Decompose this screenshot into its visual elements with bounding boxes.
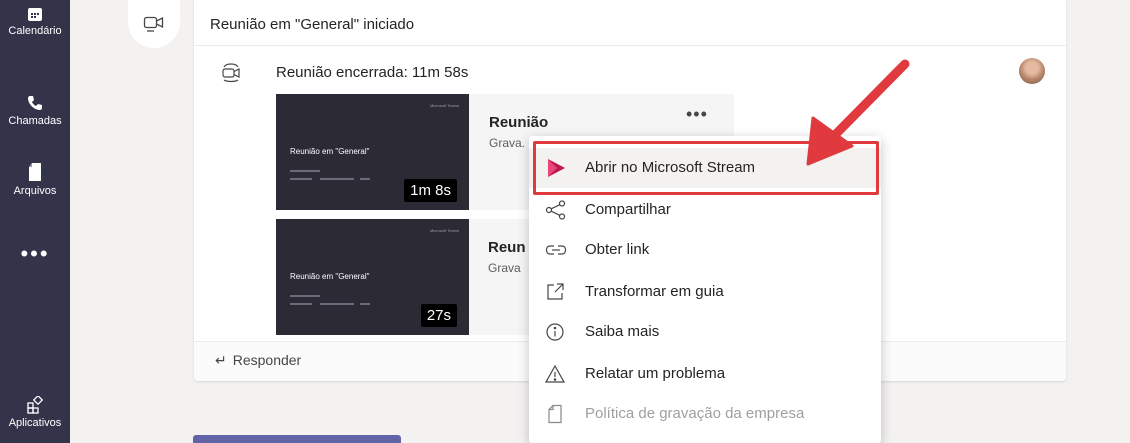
- phone-icon: [28, 96, 42, 110]
- calendar-icon: [28, 8, 42, 21]
- menu-label: Política de gravação da empresa: [585, 405, 805, 422]
- menu-item-make-tab[interactable]: Transformar em guia: [529, 272, 881, 312]
- rail-label-files: Arquivos: [13, 185, 57, 197]
- recording-duration: 27s: [420, 304, 457, 327]
- thumbnail-line: [320, 303, 354, 305]
- menu-label: Relatar um problema: [585, 365, 726, 382]
- warning-icon: [545, 364, 566, 383]
- thread-divider: [194, 45, 1066, 46]
- menu-item-share[interactable]: Compartilhar: [529, 190, 881, 230]
- recording-thumbnail-2[interactable]: Microsoft Teams Reunião em "General" 27s: [276, 219, 469, 335]
- stream-icon: [548, 159, 565, 177]
- menu-label: Obter link: [585, 241, 650, 258]
- reply-button[interactable]: ↵ Responder: [215, 352, 301, 369]
- rail-item-files[interactable]: Arquivos: [0, 162, 70, 197]
- info-icon: [546, 323, 564, 341]
- recording-subtitle: Grava...: [489, 136, 526, 150]
- rail-item-calendar[interactable]: Calendário: [0, 6, 70, 37]
- new-conversation-button[interactable]: [193, 435, 401, 443]
- apps-icon: [27, 396, 44, 414]
- context-menu: Abrir no Microsoft Stream Compartilhar O…: [529, 136, 881, 443]
- reply-label: Responder: [232, 352, 302, 368]
- document-icon: [548, 404, 562, 424]
- meeting-started-badge: [128, 0, 180, 48]
- menu-label: Compartilhar: [585, 201, 671, 218]
- thumbnail-line: [290, 303, 312, 305]
- menu-item-open-in-stream[interactable]: Abrir no Microsoft Stream: [529, 148, 881, 188]
- meeting-ended-text: Reunião encerrada: 11m 58s: [276, 64, 469, 81]
- recording-name[interactable]: Reun: [488, 239, 528, 256]
- more-options-button[interactable]: •••: [686, 104, 708, 125]
- rail-item-calls[interactable]: Chamadas: [0, 94, 70, 127]
- recording-thumbnail-1[interactable]: Microsoft Teams Reunião em "General" 1m …: [276, 94, 469, 210]
- thumbnail-line: [290, 178, 312, 180]
- thumbnail-line: [290, 170, 320, 172]
- app-rail: Calendário Chamadas Arquivos ••• Aplicat…: [0, 0, 70, 443]
- recording-subtitle: Grava: [488, 261, 521, 275]
- thumbnail-line: [320, 178, 354, 180]
- rail-label-apps: Aplicativos: [8, 417, 62, 429]
- menu-item-recording-policy: Política de gravação da empresa: [529, 394, 881, 434]
- menu-item-learn-more[interactable]: Saiba mais: [529, 312, 881, 352]
- thumbnail-line: [290, 295, 320, 297]
- link-icon: [545, 245, 567, 255]
- file-icon: [29, 163, 41, 181]
- video-camera-icon: [143, 16, 164, 32]
- rail-item-apps[interactable]: Aplicativos: [0, 396, 70, 429]
- menu-label: Abrir no Microsoft Stream: [585, 159, 756, 176]
- thumbnail-line: [360, 178, 370, 180]
- thumbnail-brand: Microsoft Teams: [429, 228, 459, 233]
- thumbnail-line: [360, 303, 370, 305]
- avatar[interactable]: [1019, 58, 1045, 84]
- menu-item-get-link[interactable]: Obter link: [529, 230, 881, 270]
- menu-item-report-problem[interactable]: Relatar um problema: [529, 354, 881, 394]
- recording-name[interactable]: Reunião: [489, 114, 548, 131]
- thumbnail-title: Reunião em "General": [290, 147, 370, 156]
- open-external-icon: [547, 283, 564, 300]
- share-icon: [545, 200, 566, 220]
- thumbnail-brand: Microsoft Teams: [429, 103, 459, 108]
- thread-title: Reunião em "General" iniciado: [210, 16, 415, 33]
- rail-more-button[interactable]: •••: [0, 243, 70, 265]
- rail-label-calls: Chamadas: [8, 115, 62, 127]
- recording-duration: 1m 8s: [404, 179, 457, 202]
- reply-arrow-icon: ↵: [215, 352, 227, 368]
- thumbnail-title: Reunião em "General": [290, 272, 370, 281]
- rail-label-calendar: Calendário: [8, 25, 62, 37]
- menu-label: Saiba mais: [585, 323, 660, 340]
- menu-label: Transformar em guia: [585, 283, 724, 300]
- meeting-ended-icon: [222, 63, 240, 83]
